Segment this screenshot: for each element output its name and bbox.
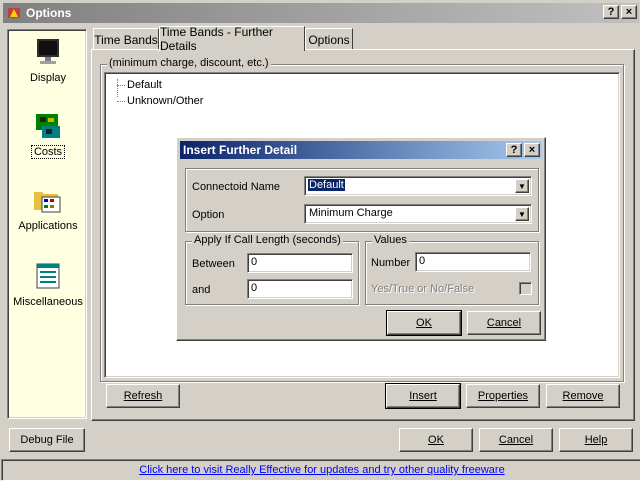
button-label: Refresh — [123, 390, 163, 402]
sidebar-item-display[interactable]: Display — [8, 36, 88, 84]
tree-item-default[interactable]: Default — [127, 79, 162, 91]
tree-item-unknown-other[interactable]: Unknown/Other — [127, 95, 203, 107]
insert-button[interactable]: Insert — [385, 383, 461, 409]
circuit-board-icon — [36, 114, 60, 138]
group-title: Apply If Call Length (seconds) — [192, 234, 343, 246]
between-label: Between — [192, 258, 235, 270]
chevron-down-icon[interactable]: ▼ — [515, 179, 529, 193]
button-label: Properties — [477, 390, 529, 402]
sidebar-item-miscellaneous[interactable]: Miscellaneous — [8, 260, 88, 308]
option-value: Minimum Charge — [309, 207, 393, 219]
group-title: (minimum charge, discount, etc.) — [107, 57, 271, 69]
chevron-down-icon[interactable]: ▼ — [515, 207, 529, 221]
properties-button[interactable]: Properties — [466, 384, 540, 408]
tab-label: Options — [308, 32, 350, 47]
dialog-close-button[interactable]: × — [524, 143, 540, 157]
ok-button[interactable]: OK — [399, 428, 473, 452]
folder-applications-icon — [34, 192, 61, 213]
dialog-help-button[interactable]: ? — [506, 143, 522, 157]
document-list-icon — [36, 263, 60, 289]
app-icon — [8, 8, 20, 18]
tab-options[interactable]: Options — [305, 28, 353, 50]
category-sidebar: Display Costs Applications Miscellaneous — [7, 29, 87, 419]
monitor-icon — [37, 39, 59, 64]
tree-connector — [117, 79, 118, 97]
remove-button[interactable]: Remove — [546, 384, 620, 408]
connectoid-select[interactable]: Default ▼ — [304, 176, 532, 196]
button-label: Cancel — [498, 434, 534, 446]
sidebar-item-applications[interactable]: Applications — [8, 184, 88, 232]
status-bar: Click here to visit Really Effective for… — [1, 459, 640, 481]
help-button[interactable]: ? — [603, 5, 619, 19]
between-input[interactable]: 0 — [247, 253, 353, 273]
sidebar-item-label: Miscellaneous — [13, 296, 83, 308]
dialog-cancel-button[interactable]: Cancel — [467, 311, 541, 335]
number-input[interactable]: 0 — [415, 252, 531, 272]
connectoid-label: Connectoid Name — [192, 181, 281, 193]
button-label: OK — [428, 434, 444, 446]
cancel-button[interactable]: Cancel — [479, 428, 553, 452]
button-label: Remove — [562, 390, 604, 402]
dialog-title-bar: Insert Further Detail ? × — [180, 141, 542, 159]
tab-label: Time Bands - Further Details — [160, 25, 273, 53]
debug-file-button[interactable]: Debug File — [9, 428, 85, 452]
tree-connector — [117, 85, 125, 86]
insert-further-detail-dialog: Insert Further Detail ? × Connectoid Nam… — [176, 137, 546, 341]
freeware-link[interactable]: Click here to visit Really Effective for… — [2, 464, 640, 476]
window-title: Options — [26, 6, 72, 20]
button-label: Debug File — [20, 434, 74, 446]
sidebar-item-label: Display — [29, 72, 67, 84]
group-title: Values — [372, 234, 409, 246]
close-button[interactable]: × — [621, 5, 637, 19]
button-label: OK — [416, 317, 432, 329]
and-input[interactable]: 0 — [247, 279, 353, 299]
dialog-ok-button[interactable]: OK — [386, 310, 462, 336]
tab-time-bands-further-details[interactable]: Time Bands - Further Details — [159, 25, 305, 53]
and-label: and — [192, 284, 211, 296]
yes-no-checkbox[interactable] — [519, 282, 532, 295]
tab-time-bands[interactable]: Time Bands — [93, 28, 159, 50]
tab-label: Time Bands — [94, 32, 158, 47]
button-label: Insert — [409, 390, 437, 402]
values-group: Values — [365, 234, 539, 305]
option-select[interactable]: Minimum Charge ▼ — [304, 204, 532, 224]
connectoid-value: Default — [307, 178, 346, 192]
yes-no-label: Yes/True or No/False — [371, 283, 475, 295]
number-label: Number — [371, 257, 411, 269]
refresh-button[interactable]: Refresh — [106, 384, 180, 408]
title-bar: Options ? × — [3, 3, 639, 23]
button-label: Cancel — [486, 317, 522, 329]
sidebar-item-label: Applications — [18, 220, 78, 232]
option-label: Option — [192, 209, 225, 221]
button-label: Help — [584, 434, 608, 446]
tree-connector — [117, 101, 125, 102]
dialog-title: Insert Further Detail — [183, 143, 298, 157]
sidebar-item-costs[interactable]: Costs — [8, 110, 88, 159]
sidebar-item-label: Costs — [30, 145, 66, 159]
help-footer-button[interactable]: Help — [559, 428, 633, 452]
